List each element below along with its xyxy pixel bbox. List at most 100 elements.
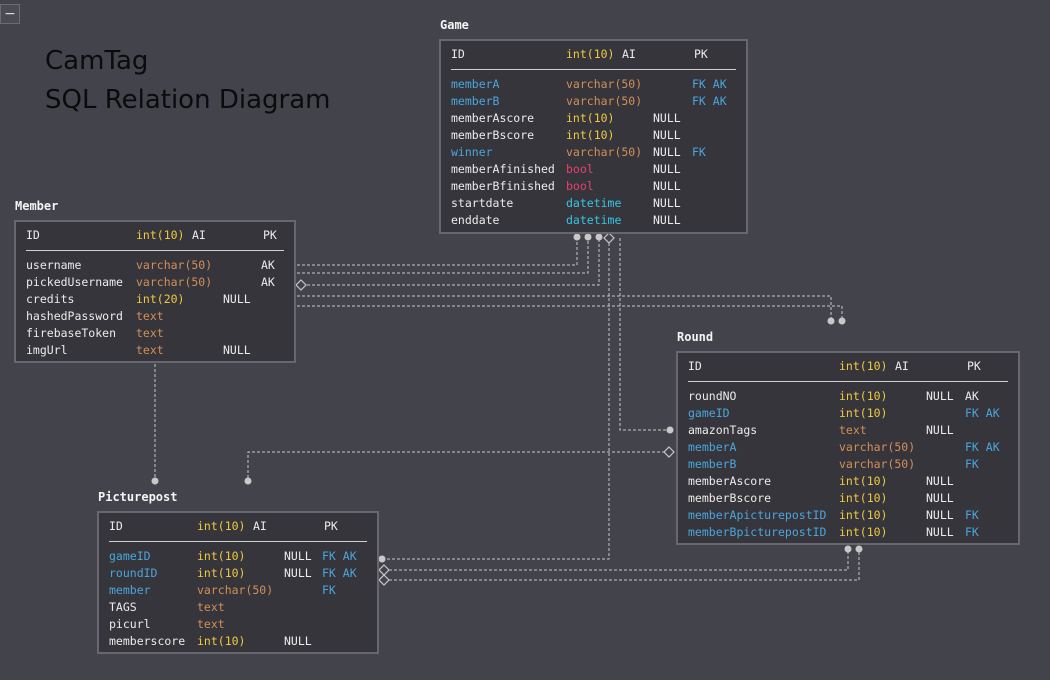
column-type: int(10) [566, 111, 615, 125]
relation-end-diamond [663, 446, 675, 458]
column-nullable: NULL [653, 162, 681, 176]
column-nullable: NULL [653, 128, 681, 142]
column-nullable: NULL [653, 213, 681, 227]
header-separator [451, 69, 736, 70]
table-game[interactable]: ID int(10) AI PK memberA varchar(50) FK AK memb… [439, 39, 748, 234]
table-picturepost[interactable]: ID int(10) AI PK gameID int(10) NULL FK AK round… [97, 511, 379, 654]
column-nullable: NULL [926, 525, 954, 539]
relation-game-picturepost-gameID [384, 243, 610, 560]
relation-member-game-winner [302, 238, 600, 286]
table-row: roundID int(10) NULL FK AK [99, 565, 377, 582]
column-name: imgUrl [26, 343, 68, 357]
header-separator [109, 541, 367, 542]
column-type: int(10) [197, 566, 246, 580]
column-name: winner [451, 145, 493, 159]
table-row: pickedUsername varchar(50) AK [16, 274, 294, 291]
table-row: memberBscore int(10) NULL [441, 127, 746, 144]
relation-end-dot [827, 317, 835, 325]
column-nullable: NULL [223, 343, 251, 357]
column-nullable: NULL [926, 508, 954, 522]
column-type: int(10) [566, 128, 615, 142]
table-row: gameID int(10) NULL FK AK [99, 548, 377, 565]
header-separator [26, 250, 284, 251]
column-key: FK [965, 508, 979, 522]
column-type: text [197, 600, 225, 614]
relation-end-dot [151, 477, 159, 485]
column-nullable: NULL [653, 111, 681, 125]
column-type: int(10) [197, 549, 246, 563]
column-name: gameID [688, 406, 730, 420]
column-type: int(10) [839, 491, 888, 505]
relation-end-dot [595, 233, 603, 241]
table-row: member varchar(50) FK [99, 582, 377, 599]
column-type: varchar(50) [839, 457, 916, 471]
table-row: winner varchar(50) NULL FK [441, 144, 746, 161]
column-name: memberBfinished [451, 179, 555, 193]
column-type: int(10) [839, 508, 888, 522]
relation-end-diamond [295, 279, 307, 291]
column-name: memberAfinished [451, 162, 555, 176]
column-key: PK [324, 519, 338, 533]
table-row: amazonTags text NULL [678, 422, 1018, 439]
diagram-title-line-1: CamTag [45, 46, 149, 76]
table-row: memberA varchar(50) FK AK [678, 439, 1018, 456]
column-name: memberB [688, 457, 737, 471]
table-row-pk: ID int(10) AI PK [16, 227, 294, 244]
column-type: text [136, 309, 164, 323]
table-name-picturepost: Picturepost [98, 490, 178, 504]
column-name: member [109, 583, 151, 597]
table-row: memberB varchar(50) FK [678, 456, 1018, 473]
diagram-title-line-2: SQL Relation Diagram [45, 85, 331, 115]
collapse-button[interactable]: − [0, 4, 20, 24]
table-member[interactable]: ID int(10) AI PK username varchar(50) AK picked… [14, 220, 296, 363]
relation-end-dot [666, 426, 674, 434]
column-nullable: NULL [284, 634, 312, 648]
relation-round-picturepost-roundID [247, 451, 664, 478]
relation-end-diamond [603, 232, 615, 244]
column-extra: AI [192, 228, 206, 242]
table-row: firebaseToken text [16, 325, 294, 342]
column-nullable: NULL [926, 423, 954, 437]
column-name: memberscore [109, 634, 186, 648]
column-name: memberAscore [688, 474, 772, 488]
column-key: AK [965, 389, 979, 403]
table-row: memberAscore int(10) NULL [441, 110, 746, 127]
table-row: credits int(20) NULL [16, 291, 294, 308]
diagram-canvas: − CamTag SQL Relation Diagram Game ID int(… [0, 0, 1050, 680]
relation-end-dot [378, 555, 386, 563]
column-type: text [197, 617, 225, 631]
column-type: varchar(50) [839, 440, 916, 454]
table-row: memberBpicturepostID int(10) NULL FK [678, 524, 1018, 541]
table-round[interactable]: ID int(10) AI PK roundNO int(10) NULL AK gameID i… [676, 351, 1020, 545]
table-row: gameID int(10) FK AK [678, 405, 1018, 422]
column-type: int(10) [136, 228, 185, 242]
column-name: memberBscore [451, 128, 535, 142]
column-type: int(20) [136, 292, 185, 306]
table-row: username varchar(50) AK [16, 257, 294, 274]
column-nullable: NULL [926, 491, 954, 505]
table-row: memberA varchar(50) FK AK [441, 76, 746, 93]
column-type: datetime [566, 196, 622, 210]
column-key: FK AK [692, 94, 727, 108]
column-extra: AI [895, 359, 909, 373]
column-nullable: NULL [223, 292, 251, 306]
table-row: imgUrl text NULL [16, 342, 294, 359]
relation-end-dot [844, 545, 852, 553]
table-row: TAGS text [99, 599, 377, 616]
column-name: TAGS [109, 600, 137, 614]
column-name: roundID [109, 566, 158, 580]
relation-end-diamond [378, 564, 390, 576]
column-name: username [26, 258, 82, 272]
relation-end-dot [838, 317, 846, 325]
column-nullable: NULL [926, 389, 954, 403]
table-row: memberAscore int(10) NULL [678, 473, 1018, 490]
column-name: memberA [688, 440, 737, 454]
column-key: PK [694, 47, 708, 61]
column-nullable: NULL [653, 179, 681, 193]
column-name: memberA [451, 77, 500, 91]
table-row: memberBscore int(10) NULL [678, 490, 1018, 507]
column-type: bool [566, 162, 594, 176]
column-key: PK [967, 359, 981, 373]
relation-member-round-memberB [297, 305, 843, 318]
column-name: pickedUsername [26, 275, 123, 289]
